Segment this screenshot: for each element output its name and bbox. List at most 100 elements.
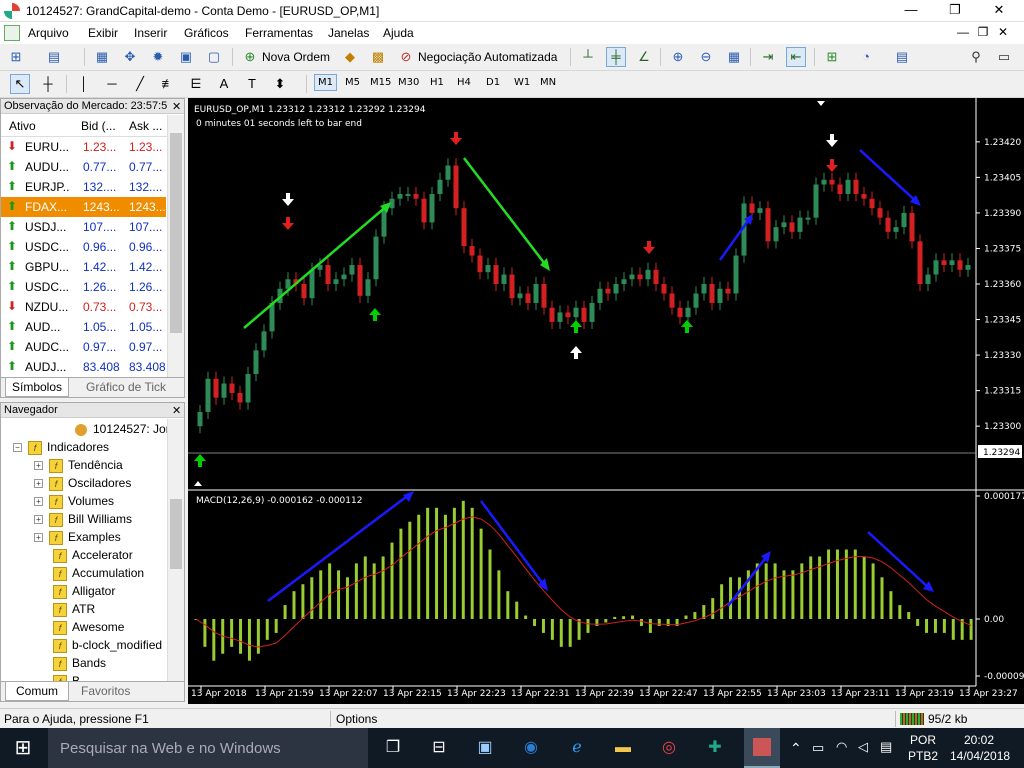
close-button[interactable]: ✕ — [976, 0, 1022, 22]
col-bid[interactable]: Bid (... — [81, 119, 116, 133]
task-view-icon[interactable]: ❐ — [380, 736, 406, 760]
tf-w1[interactable]: W1 — [514, 77, 530, 88]
clock-time[interactable]: 20:02 — [964, 733, 994, 747]
horizontal-line-icon[interactable]: ─ — [102, 74, 122, 94]
terminal-icon[interactable]: ▣ — [176, 47, 196, 67]
navigator-close-icon[interactable]: ✕ — [172, 404, 181, 417]
nav-indicator-item[interactable]: f Awesome — [53, 620, 124, 635]
connection-bars-icon[interactable] — [900, 713, 924, 725]
zoom-in-icon[interactable]: ⊕ — [668, 47, 688, 67]
chart-window[interactable]: EURUSD_OP,M1 1.23312 1.23312 1.23292 1.2… — [188, 98, 1024, 704]
tab-simbolos[interactable]: Símbolos — [5, 378, 70, 397]
metatrader-taskbar-icon[interactable] — [744, 728, 780, 768]
nav-group[interactable]: + f Osciladores — [34, 476, 131, 491]
market-watch-row[interactable]: ⬆ USDC... 1.26... 1.26... — [1, 277, 166, 297]
tf-h1[interactable]: H1 — [430, 77, 444, 88]
new-order-button[interactable]: Nova Ordem — [262, 50, 330, 64]
menu-arquivo[interactable]: Arquivo — [28, 26, 69, 40]
market-watch-row[interactable]: ⬆ USDJ... 107.... 107.... — [1, 217, 166, 237]
navigator-scrollbar[interactable] — [167, 419, 184, 681]
nav-indicator-item[interactable]: f ATR — [53, 602, 95, 617]
tf-m15[interactable]: M15 — [370, 77, 391, 88]
signals-icon[interactable]: ▩ — [368, 47, 388, 67]
tf-m5[interactable]: M5 — [345, 77, 360, 88]
minimize-button[interactable]: — — [888, 0, 934, 22]
vertical-line-icon[interactable]: │ — [74, 74, 94, 94]
market-watch-row[interactable]: ⬆ FDAX... 1243... 1243... — [1, 197, 166, 217]
profiles-icon[interactable]: ▤ — [44, 47, 64, 67]
bar-chart-icon[interactable]: ┴ — [578, 47, 598, 67]
new-chart-icon[interactable]: ⊞ — [6, 47, 26, 67]
text-icon[interactable]: A — [214, 74, 234, 94]
metaeditor-icon[interactable]: ◆ — [340, 47, 360, 67]
nav-account[interactable]: 10124527: Jon — [75, 422, 172, 436]
strategy-tester-icon[interactable]: ▢ — [204, 47, 224, 67]
store-icon[interactable]: ⊟ — [426, 736, 452, 760]
market-watch-row[interactable]: ⬆ AUDU... 0.77... 0.77... — [1, 157, 166, 177]
expand-icon[interactable]: + — [34, 533, 43, 543]
search-icon[interactable]: ⚲ — [966, 47, 986, 67]
autotrading-button[interactable]: Negociação Automatizada — [418, 50, 557, 64]
menu-ferramentas[interactable]: Ferramentas — [245, 26, 313, 40]
zoom-out-icon[interactable]: ⊖ — [696, 47, 716, 67]
market-watch-row[interactable]: ⬆ AUDC... 0.97... 0.97... — [1, 337, 166, 357]
status-options[interactable]: Options — [336, 712, 377, 726]
maximize-button[interactable]: ❐ — [932, 0, 978, 22]
nav-group[interactable]: + f Volumes — [34, 494, 114, 509]
tab-favoritos[interactable]: Favoritos — [81, 684, 130, 698]
tf-m1[interactable]: M1 — [314, 74, 337, 91]
fibo-icon[interactable]: ⋿ — [186, 74, 206, 94]
collapse-icon[interactable]: − — [13, 443, 22, 453]
crosshair-icon[interactable]: ┼ — [38, 74, 58, 94]
wifi-icon[interactable]: ◠ — [836, 739, 847, 755]
chrome-icon[interactable]: ◎ — [656, 736, 682, 760]
cursor-icon[interactable]: ↖ — [10, 74, 30, 94]
market-watch-row[interactable]: ⬆ EURJP... 132.... 132.... — [1, 177, 166, 197]
market-watch-row[interactable]: ⬆ USDC... 0.96... 0.96... — [1, 237, 166, 257]
menu-graficos[interactable]: Gráficos — [184, 26, 229, 40]
tab-grafico-tick[interactable]: Gráfico de Tick — [86, 380, 166, 394]
col-ativo[interactable]: Ativo — [9, 119, 36, 133]
arrows-icon[interactable]: ⬍ — [270, 74, 290, 94]
autotrading-icon[interactable]: ⊘ — [396, 47, 416, 67]
scroll-thumb[interactable] — [170, 499, 182, 569]
market-watch-close-icon[interactable]: ✕ — [172, 100, 181, 113]
photo-app-icon[interactable]: ▣ — [472, 736, 498, 760]
scroll-thumb[interactable] — [170, 133, 182, 333]
indicators-icon[interactable]: ⊞ — [822, 47, 842, 67]
clock-date[interactable]: 14/04/2018 — [950, 749, 1010, 763]
expand-icon[interactable]: + — [34, 515, 43, 525]
autoscroll-icon[interactable]: ⇥ — [758, 47, 778, 67]
taskbar-search-placeholder[interactable]: Pesquisar na Web e no Windows — [60, 740, 281, 757]
market-watch-row[interactable]: ⬇ EURU... 1.23... 1.23... — [1, 137, 166, 157]
nav-group[interactable]: + f Tendência — [34, 458, 123, 473]
taskbar-search-box[interactable]: Pesquisar na Web e no Windows — [48, 728, 368, 768]
market-watch-row[interactable]: ⬆ AUD... 1.05... 1.05... — [1, 317, 166, 337]
tile-windows-icon[interactable]: ▦ — [724, 47, 744, 67]
file-explorer-icon[interactable]: ▬ — [610, 736, 636, 760]
new-order-icon[interactable]: ⊕ — [240, 47, 260, 67]
market-watch-row[interactable]: ⬆ GBPU... 1.42... 1.42... — [1, 257, 166, 277]
market-watch-row[interactable]: ⬆ AUDJ... 83.408 83.408 — [1, 357, 166, 377]
nav-indicator-item[interactable]: f Accelerator — [53, 548, 133, 563]
expand-icon[interactable]: + — [34, 479, 43, 489]
market-watch-scrollbar[interactable] — [167, 115, 184, 377]
grandcapital-app-icon[interactable]: ✚ — [702, 736, 728, 760]
periods-icon[interactable]: ◔ — [856, 47, 876, 67]
market-watch-icon[interactable]: ▦ — [92, 47, 112, 67]
edge-icon[interactable]: ℯ — [564, 736, 590, 760]
nav-group[interactable]: + f Examples — [34, 530, 121, 545]
menu-inserir[interactable]: Inserir — [134, 26, 167, 40]
volume-icon[interactable]: ◁ — [858, 739, 868, 755]
templates-icon[interactable]: ▤ — [892, 47, 912, 67]
lang-indicator[interactable]: POR — [910, 733, 936, 747]
windows-start-icon[interactable]: ⊞ — [10, 736, 36, 760]
nav-indicator-item[interactable]: f Bands — [53, 656, 106, 671]
menu-janelas[interactable]: Janelas — [328, 26, 369, 40]
nav-indicator-item[interactable]: f Accumulation — [53, 566, 144, 581]
child-close-button[interactable]: ✕ — [980, 22, 1024, 44]
expand-icon[interactable]: + — [34, 497, 43, 507]
keyboard-layout[interactable]: PTB2 — [908, 749, 938, 763]
chart-shift-icon[interactable]: ⇤ — [786, 47, 806, 67]
chart-window-icon[interactable] — [4, 25, 20, 41]
